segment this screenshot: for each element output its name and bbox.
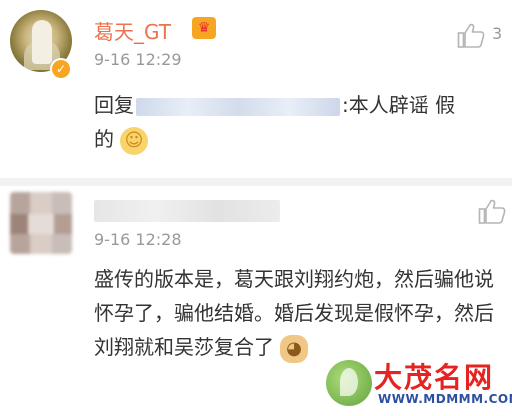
divider [0,178,512,186]
comment-text-part: 的 [94,127,114,151]
thumbs-up-icon [457,23,485,48]
thumbs-up-icon [478,199,506,224]
username[interactable]: 葛天_GT [94,16,171,45]
avatar-figure-head [32,20,52,64]
crown-badge-icon: ♛ [192,17,216,39]
comment-text-part: :本人辟谣 假 [342,93,456,117]
comment-text: 回复 :本人辟谣 假 的 ☺ [94,88,504,156]
leaf-logo-icon [326,360,372,406]
avatar[interactable] [10,192,72,254]
like-count: 3 [492,24,503,43]
blurred-username[interactable] [94,200,280,222]
comment-item: ✓ 葛天_GT ♛ 9-16 12:29 3 回复 :本人辟谣 假 的 ☺ [0,0,512,178]
verified-badge-icon: ✓ [50,58,72,80]
timestamp: 9-16 12:28 [94,230,182,249]
timestamp: 9-16 12:29 [94,50,182,69]
reply-prefix: 回复 [94,93,134,117]
avatar-blur [10,214,72,234]
like-button[interactable] [478,198,506,224]
smirk-emoji-icon: ☺ [120,126,148,155]
watermark: 大茂名网 WWW.MDMMM.COM [326,356,512,412]
blurred-mention[interactable] [136,97,340,116]
watermark-title: 大茂名网 [374,361,495,394]
watermark-url: WWW.MDMMM.COM [378,392,512,406]
like-button[interactable] [457,22,485,48]
comment-text: 盛传的版本是，葛天跟刘翔约炮，然后骗他说怀孕了，骗他结婚。婚后发现是假怀孕，然后… [94,262,504,364]
doge-emoji-icon: ◕ [280,334,308,363]
